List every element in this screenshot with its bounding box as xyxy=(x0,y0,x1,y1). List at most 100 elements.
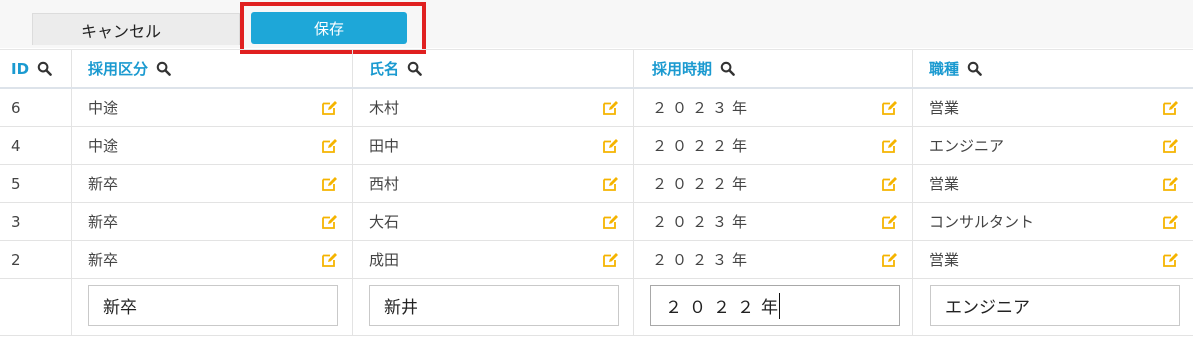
column-header-label: 職種 xyxy=(929,60,960,78)
cell-value: 新卒 xyxy=(88,213,119,231)
cell-value: 6 xyxy=(11,98,21,117)
cell-hire-type[interactable]: 中途 xyxy=(71,89,352,126)
column-header-label: 採用区分 xyxy=(88,60,149,78)
job-type-input[interactable]: エンジニア xyxy=(930,285,1180,326)
cell-job-type[interactable]: コンサルタント xyxy=(912,203,1193,240)
search-icon[interactable] xyxy=(37,61,52,76)
cell-name[interactable]: 大石 xyxy=(352,203,633,240)
new-row-job-type-cell: エンジニア xyxy=(912,279,1193,335)
edit-icon[interactable] xyxy=(881,252,898,268)
cell-value: 田中 xyxy=(369,137,400,155)
edit-icon[interactable] xyxy=(1162,252,1179,268)
column-header-id[interactable]: ID xyxy=(0,50,71,87)
cell-name[interactable]: 木村 xyxy=(352,89,633,126)
cell-job-type[interactable]: 営業 xyxy=(912,241,1193,278)
cell-value: 中途 xyxy=(88,137,119,155)
search-icon[interactable] xyxy=(156,61,171,76)
edit-icon[interactable] xyxy=(602,100,619,116)
edit-icon[interactable] xyxy=(602,138,619,154)
cell-hire-type[interactable]: 新卒 xyxy=(71,241,352,278)
edit-icon[interactable] xyxy=(321,100,338,116)
edit-icon[interactable] xyxy=(1162,176,1179,192)
column-header-name[interactable]: 氏名 xyxy=(352,50,633,87)
column-header-hire-period[interactable]: 採用時期 xyxy=(633,50,912,87)
cell-value: ２０２３年 xyxy=(652,213,753,231)
cell-value: 大石 xyxy=(369,213,400,231)
cell-value: 営業 xyxy=(929,251,960,269)
cell-value: 4 xyxy=(11,136,21,155)
cell-value: ２０２２年 xyxy=(652,137,753,155)
cell-hire-type[interactable]: 中途 xyxy=(71,127,352,164)
search-icon[interactable] xyxy=(967,61,982,76)
edit-icon[interactable] xyxy=(881,214,898,230)
new-row-id-cell xyxy=(0,279,71,335)
cell-name[interactable]: 成田 xyxy=(352,241,633,278)
cell-hire-period[interactable]: ２０２３年 xyxy=(633,203,912,240)
edit-icon[interactable] xyxy=(881,100,898,116)
cell-hire-period[interactable]: ２０２２年 xyxy=(633,127,912,164)
cell-id: 2 xyxy=(0,241,71,278)
hire-type-input[interactable]: 新卒 xyxy=(88,285,338,326)
cell-id: 4 xyxy=(0,127,71,164)
hire-period-input[interactable]: ２０２２年 xyxy=(650,285,900,326)
cell-value: コンサルタント xyxy=(929,213,1035,231)
edit-icon[interactable] xyxy=(602,214,619,230)
search-icon[interactable] xyxy=(407,61,422,76)
edit-icon[interactable] xyxy=(321,138,338,154)
cell-value: 新卒 xyxy=(88,251,119,269)
edit-icon[interactable] xyxy=(1162,100,1179,116)
cell-value: 営業 xyxy=(929,175,960,193)
cell-value: 5 xyxy=(11,174,21,193)
edit-icon[interactable] xyxy=(1162,138,1179,154)
edit-icon[interactable] xyxy=(321,214,338,230)
cell-value: 2 xyxy=(11,250,21,269)
header-row: ID 採用区分 氏名 採用時期 職種 xyxy=(0,49,1193,89)
cell-value: エンジニア xyxy=(929,137,1005,155)
edit-icon[interactable] xyxy=(602,176,619,192)
table-row: 2 新卒 成田 ２０２３年 営業 xyxy=(0,241,1193,279)
new-row: 新卒 新井 ２０２２年 エンジニア xyxy=(0,279,1193,336)
cell-value: 営業 xyxy=(929,99,960,117)
cell-job-type[interactable]: 営業 xyxy=(912,165,1193,202)
cell-id: 3 xyxy=(0,203,71,240)
data-grid: ID 採用区分 氏名 採用時期 職種 6 中途 木村 ２０２３年 営業 4 中途 田中 ２０２２… xyxy=(0,49,1193,336)
cell-job-type[interactable]: エンジニア xyxy=(912,127,1193,164)
table-row: 4 中途 田中 ２０２２年 エンジニア xyxy=(0,127,1193,165)
edit-icon[interactable] xyxy=(881,176,898,192)
edit-icon[interactable] xyxy=(1162,214,1179,230)
edit-icon[interactable] xyxy=(321,176,338,192)
cancel-button[interactable]: キャンセル xyxy=(32,13,240,45)
cell-value: 西村 xyxy=(369,175,400,193)
column-header-label: 採用時期 xyxy=(652,60,713,78)
cell-id: 6 xyxy=(0,89,71,126)
cell-hire-period[interactable]: ２０２３年 xyxy=(633,241,912,278)
table-row: 6 中途 木村 ２０２３年 営業 xyxy=(0,89,1193,127)
cell-value: ２０２２年 xyxy=(652,175,753,193)
cell-name[interactable]: 田中 xyxy=(352,127,633,164)
column-header-label: ID xyxy=(11,59,30,78)
name-input[interactable]: 新井 xyxy=(369,285,619,326)
table-row: 3 新卒 大石 ２０２３年 コンサルタント xyxy=(0,203,1193,241)
new-row-hire-period-cell: ２０２２年 xyxy=(633,279,912,335)
cell-value: 3 xyxy=(11,212,21,231)
text-caret xyxy=(779,292,780,319)
edit-icon[interactable] xyxy=(602,252,619,268)
column-header-job-type[interactable]: 職種 xyxy=(912,50,1193,87)
column-header-label: 氏名 xyxy=(369,60,400,78)
cell-value: 新卒 xyxy=(88,175,119,193)
cell-value: 中途 xyxy=(88,99,119,117)
column-header-hire-type[interactable]: 採用区分 xyxy=(71,50,352,87)
search-icon[interactable] xyxy=(720,61,735,76)
cell-hire-type[interactable]: 新卒 xyxy=(71,165,352,202)
cell-id: 5 xyxy=(0,165,71,202)
cell-name[interactable]: 西村 xyxy=(352,165,633,202)
edit-icon[interactable] xyxy=(881,138,898,154)
cell-hire-type[interactable]: 新卒 xyxy=(71,203,352,240)
cell-job-type[interactable]: 営業 xyxy=(912,89,1193,126)
save-button[interactable]: 保存 xyxy=(251,12,407,44)
edit-icon[interactable] xyxy=(321,252,338,268)
cell-hire-period[interactable]: ２０２２年 xyxy=(633,165,912,202)
cell-hire-period[interactable]: ２０２３年 xyxy=(633,89,912,126)
cell-value: ２０２３年 xyxy=(652,99,753,117)
cell-value: ２０２３年 xyxy=(652,251,753,269)
